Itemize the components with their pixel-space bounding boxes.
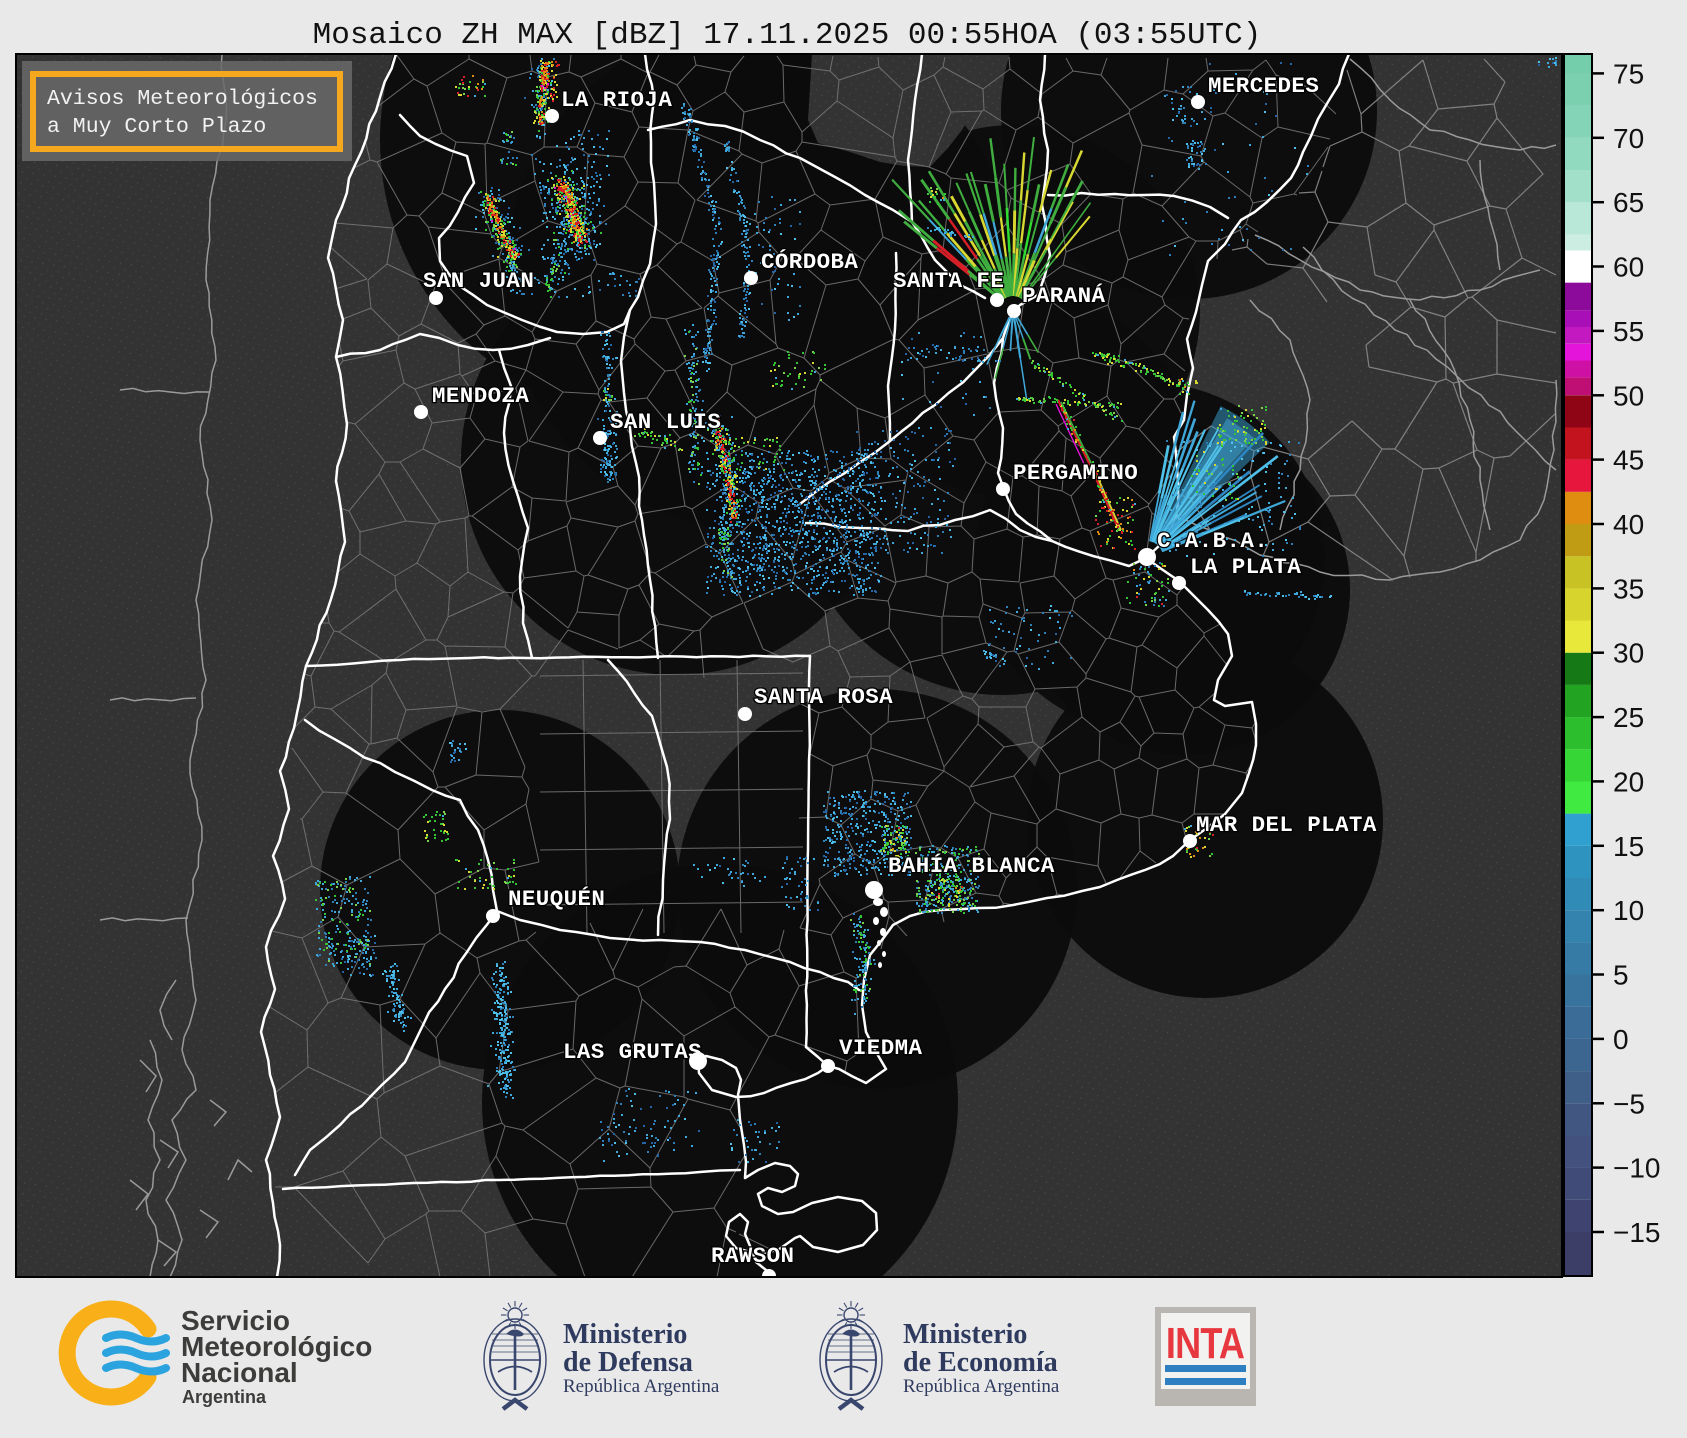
svg-text:LAS GRUTAS: LAS GRUTAS [563, 1039, 702, 1065]
svg-text:SANTA FE: SANTA FE [893, 268, 1004, 294]
svg-text:Avisos Meteorológicos: Avisos Meteorológicos [47, 87, 318, 111]
svg-text:45: 45 [1613, 445, 1644, 476]
svg-text:10: 10 [1613, 895, 1644, 926]
svg-text:de Economía: de Economía [903, 1347, 1058, 1378]
svg-text:0: 0 [1613, 1024, 1629, 1055]
svg-text:SAN JUAN: SAN JUAN [423, 268, 534, 294]
svg-text:MENDOZA: MENDOZA [432, 383, 529, 409]
svg-text:LA PLATA: LA PLATA [1190, 554, 1301, 580]
svg-text:BAHÍA BLANCA: BAHÍA BLANCA [888, 853, 1055, 879]
svg-text:−10: −10 [1613, 1153, 1661, 1184]
svg-text:65: 65 [1613, 187, 1644, 218]
svg-text:20: 20 [1613, 766, 1644, 797]
svg-text:70: 70 [1613, 123, 1644, 154]
svg-text:a Muy Corto Plazo: a Muy Corto Plazo [47, 115, 266, 139]
svg-text:CÓRDOBA: CÓRDOBA [761, 249, 858, 275]
svg-text:SANTA ROSA: SANTA ROSA [754, 684, 893, 710]
svg-text:PERGAMINO: PERGAMINO [1013, 460, 1138, 486]
svg-text:MERCEDES: MERCEDES [1208, 73, 1319, 99]
svg-text:60: 60 [1613, 252, 1644, 283]
svg-text:5: 5 [1613, 960, 1629, 991]
svg-text:Ministerio: Ministerio [563, 1319, 687, 1350]
svg-text:15: 15 [1613, 831, 1644, 862]
svg-text:C.A.B.A.: C.A.B.A. [1157, 528, 1268, 554]
svg-text:VIEDMA: VIEDMA [839, 1035, 923, 1061]
svg-text:35: 35 [1613, 573, 1644, 604]
svg-text:55: 55 [1613, 316, 1644, 347]
svg-text:−15: −15 [1613, 1217, 1661, 1248]
svg-text:República Argentina: República Argentina [903, 1376, 1060, 1397]
svg-text:Mosaico ZH MAX [dBZ] 17.11.202: Mosaico ZH MAX [dBZ] 17.11.2025 00:55HOA… [313, 18, 1262, 53]
svg-text:RAWSON: RAWSON [711, 1243, 794, 1269]
svg-text:República Argentina: República Argentina [563, 1376, 720, 1397]
svg-text:25: 25 [1613, 702, 1644, 733]
svg-text:Ministerio: Ministerio [903, 1319, 1027, 1350]
svg-text:INTA: INTA [1166, 1319, 1244, 1368]
svg-text:PARANÁ: PARANÁ [1022, 283, 1106, 309]
svg-text:Nacional: Nacional [181, 1357, 298, 1388]
svg-text:SAN LUIS: SAN LUIS [610, 409, 721, 435]
svg-text:30: 30 [1613, 638, 1644, 669]
svg-text:−5: −5 [1613, 1088, 1645, 1119]
svg-text:MAR DEL PLATA: MAR DEL PLATA [1196, 812, 1377, 838]
svg-text:50: 50 [1613, 380, 1644, 411]
svg-text:LA RIOJA: LA RIOJA [561, 87, 672, 113]
svg-text:NEUQUÉN: NEUQUÉN [508, 886, 605, 912]
svg-text:75: 75 [1613, 58, 1644, 89]
svg-text:de Defensa: de Defensa [563, 1347, 693, 1378]
svg-text:40: 40 [1613, 509, 1644, 540]
svg-text:Argentina: Argentina [182, 1387, 267, 1407]
